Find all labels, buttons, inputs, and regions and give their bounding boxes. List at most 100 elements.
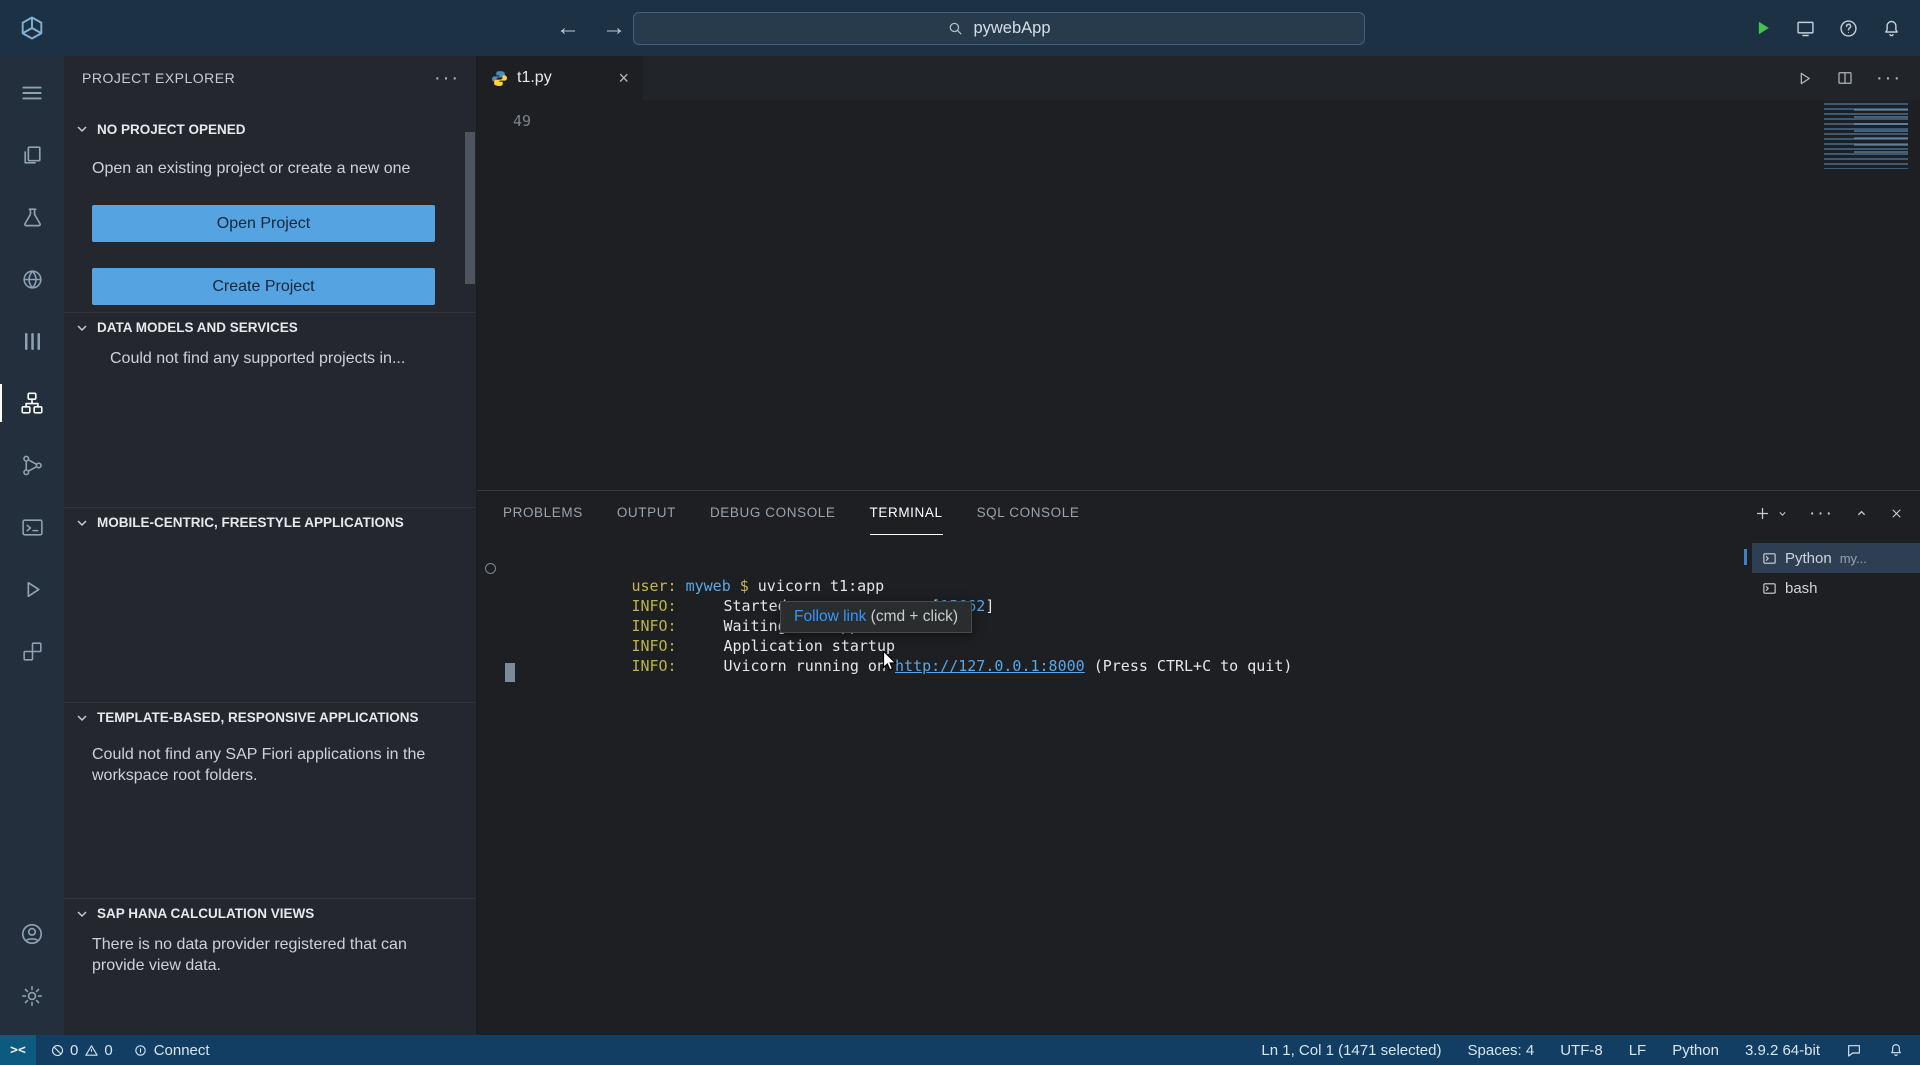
eol-setting[interactable]: LF xyxy=(1629,1042,1647,1059)
editor-tabbar: t1.py × ··· xyxy=(477,56,1920,100)
account-icon xyxy=(19,921,45,947)
status-bar: >< 0 0 Connect Ln 1, Col 1 (1471 selecte… xyxy=(0,1035,1920,1065)
sidebar-item-explorer[interactable] xyxy=(0,124,64,186)
sidebar-item-settings[interactable] xyxy=(0,965,64,1027)
sidebar-item-tests[interactable] xyxy=(0,186,64,248)
chevron-down-icon xyxy=(76,123,88,135)
template-based-text: Could not find any SAP Fiori application… xyxy=(92,744,434,786)
columns-icon xyxy=(20,329,45,354)
chevron-down-icon xyxy=(76,322,88,334)
app-window: ← → pywebApp xyxy=(0,0,1920,1065)
project-explorer-panel: PROJECT EXPLORER ··· NO PROJECT OPENED O… xyxy=(64,56,477,1035)
split-editor-icon[interactable] xyxy=(1836,69,1854,87)
help-icon[interactable] xyxy=(1838,18,1859,39)
graph-nodes-icon xyxy=(20,453,45,478)
packages-icon xyxy=(20,639,45,664)
activity-bar xyxy=(0,56,64,1035)
errors-icon xyxy=(50,1043,65,1058)
notifications-bell-icon[interactable] xyxy=(1881,18,1902,39)
terminal-icon xyxy=(1762,551,1777,566)
layout-monitor-icon[interactable] xyxy=(1795,18,1816,39)
follow-link-action[interactable]: Follow link xyxy=(794,608,866,625)
sidebar-item-deploy[interactable] xyxy=(0,620,64,682)
tab-debug-console[interactable]: DEBUG CONSOLE xyxy=(710,491,836,535)
warnings-icon xyxy=(84,1043,99,1058)
back-arrow-icon[interactable]: ← xyxy=(556,16,580,40)
section-hana-calc-views[interactable]: SAP HANA CALCULATION VIEWS xyxy=(64,898,476,928)
menu-icon xyxy=(19,80,45,106)
tab-problems[interactable]: PROBLEMS xyxy=(503,491,583,535)
open-project-button[interactable]: Open Project xyxy=(92,205,435,242)
terminal-instance-bash[interactable]: bash xyxy=(1752,573,1920,603)
tab-sql-console[interactable]: SQL CONSOLE xyxy=(977,491,1080,535)
tab-t1py[interactable]: t1.py × xyxy=(477,56,643,100)
sidebar-item-connections[interactable] xyxy=(0,434,64,496)
tab-label: t1.py xyxy=(517,69,552,87)
hierarchy-icon xyxy=(19,390,45,416)
terminal-view[interactable]: user:myweb$uvicorn t1:app INFO:Started s… xyxy=(477,535,1752,1035)
test-flask-icon xyxy=(20,205,45,230)
panel-title: PROJECT EXPLORER xyxy=(82,70,235,86)
run-green-icon[interactable] xyxy=(1753,18,1773,38)
no-project-text: Open an existing project or create a new… xyxy=(92,158,434,179)
terminal-instance-python[interactable]: Python my... xyxy=(1752,543,1920,573)
statusbar-bell-icon[interactable] xyxy=(1888,1042,1904,1058)
hana-views-text: There is no data provider registered tha… xyxy=(92,934,434,976)
sidebar-item-dev-console[interactable] xyxy=(0,496,64,558)
panel-more-actions-icon[interactable]: ··· xyxy=(1809,504,1834,523)
line-number: 49 xyxy=(513,112,531,130)
tab-close-icon[interactable]: × xyxy=(618,69,629,87)
close-panel-icon[interactable] xyxy=(1889,506,1904,521)
sidebar-scrollbar[interactable] xyxy=(465,132,475,284)
new-terminal-icon[interactable] xyxy=(1754,505,1771,522)
bottom-panel: PROBLEMS OUTPUT DEBUG CONSOLE TERMINAL S… xyxy=(477,490,1920,1035)
terminal-profile-chevron-icon[interactable] xyxy=(1776,507,1789,520)
python-runtime-version[interactable]: 3.9.2 64-bit xyxy=(1745,1042,1820,1059)
sidebar-item-systems[interactable] xyxy=(0,248,64,310)
minimap[interactable] xyxy=(1824,103,1908,169)
sidebar-item-menu[interactable] xyxy=(0,62,64,124)
remote-indicator[interactable]: >< xyxy=(0,1035,36,1065)
play-outline-icon xyxy=(20,577,45,602)
search-value: pywebApp xyxy=(973,19,1050,38)
connect-icon xyxy=(133,1043,148,1058)
feedback-icon[interactable] xyxy=(1846,1042,1862,1058)
server-url-link[interactable]: http://127.0.0.1:8000 xyxy=(895,657,1085,675)
language-mode[interactable]: Python xyxy=(1672,1042,1719,1059)
sidebar-item-project-explorer[interactable] xyxy=(0,372,64,434)
sidebar-item-account[interactable] xyxy=(0,903,64,965)
forward-arrow-icon[interactable]: → xyxy=(602,16,626,40)
code-console-icon xyxy=(20,515,45,540)
cursor-position[interactable]: Ln 1, Col 1 (1471 selected) xyxy=(1261,1042,1441,1059)
tab-terminal[interactable]: TERMINAL xyxy=(870,491,943,535)
sidebar-item-storage[interactable] xyxy=(0,310,64,372)
editor-more-actions-icon[interactable]: ··· xyxy=(1876,68,1902,88)
python-file-icon xyxy=(491,70,508,87)
code-editor[interactable]: 49 xyxy=(477,100,1920,490)
terminal-cursor xyxy=(505,663,515,682)
terminal-icon xyxy=(1762,581,1777,596)
section-template-based[interactable]: TEMPLATE-BASED, RESPONSIVE APPLICATIONS xyxy=(64,702,476,732)
follow-link-tooltip: Follow link (cmd + click) xyxy=(780,601,972,633)
files-icon xyxy=(20,143,45,168)
chevron-down-icon xyxy=(76,517,88,529)
sidebar-item-run-configurations[interactable] xyxy=(0,558,64,620)
connect-button[interactable]: Connect xyxy=(133,1042,210,1059)
section-no-project-opened[interactable]: NO PROJECT OPENED xyxy=(64,114,476,144)
terminal-list: Python my... bash xyxy=(1752,535,1920,1035)
run-file-icon[interactable] xyxy=(1795,69,1814,88)
chevron-down-icon xyxy=(76,908,88,920)
more-actions-icon[interactable]: ··· xyxy=(434,68,460,88)
terminal-scroll-marker xyxy=(1744,549,1747,565)
section-data-models[interactable]: DATA MODELS AND SERVICES xyxy=(64,312,476,342)
prompt-indicator-icon xyxy=(485,563,496,574)
encoding-setting[interactable]: UTF-8 xyxy=(1560,1042,1603,1059)
chevron-down-icon xyxy=(76,712,88,724)
problems-summary[interactable]: 0 0 xyxy=(50,1042,113,1059)
tab-output[interactable]: OUTPUT xyxy=(617,491,676,535)
create-project-button[interactable]: Create Project xyxy=(92,268,435,305)
command-search-box[interactable]: pywebApp xyxy=(633,12,1365,45)
section-mobile-centric[interactable]: MOBILE-CENTRIC, FREESTYLE APPLICATIONS xyxy=(64,507,476,537)
indentation-setting[interactable]: Spaces: 4 xyxy=(1468,1042,1535,1059)
maximize-panel-icon[interactable] xyxy=(1854,506,1869,521)
